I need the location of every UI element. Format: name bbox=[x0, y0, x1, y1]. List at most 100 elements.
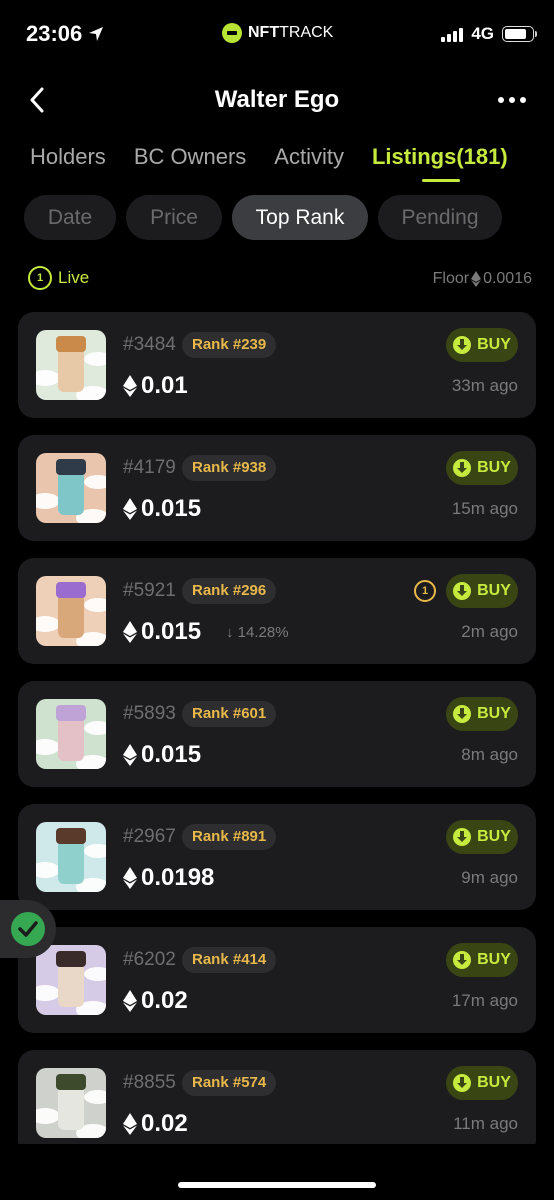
live-label: Live bbox=[58, 268, 90, 287]
sort-top-rank-button[interactable]: Top Rank bbox=[232, 195, 368, 240]
cellular-signal-icon bbox=[441, 26, 464, 42]
price-value: 0.0198 bbox=[141, 864, 215, 891]
buy-label: BUY bbox=[477, 828, 511, 845]
listing-time: 11m ago bbox=[453, 1114, 518, 1133]
buy-label: BUY bbox=[477, 1074, 511, 1091]
download-circle-icon bbox=[453, 1074, 472, 1092]
live-badge-icon: 1 bbox=[28, 266, 52, 290]
pending-count-icon: 1 bbox=[414, 580, 436, 602]
token-id: #8855 bbox=[123, 1072, 176, 1093]
ethereum-icon bbox=[123, 1113, 137, 1135]
nft-thumbnail[interactable] bbox=[36, 822, 106, 892]
sort-date-button[interactable]: Date bbox=[24, 195, 116, 240]
status-bar: 23:06 NFTTRACK 4G bbox=[0, 0, 554, 70]
buy-button[interactable]: BUY bbox=[446, 820, 518, 854]
rank-badge: Rank #601 bbox=[182, 701, 277, 727]
token-id: #5893 bbox=[123, 703, 176, 724]
buy-label: BUY bbox=[477, 336, 511, 353]
buy-button[interactable]: BUY bbox=[446, 1066, 518, 1100]
listing-price: 0.01 bbox=[123, 372, 188, 400]
live-row: 1 Live Floor 0.0016 bbox=[28, 266, 532, 296]
ethereum-icon bbox=[123, 498, 137, 520]
tab-listings[interactable]: Listings(181) bbox=[372, 140, 508, 184]
listing-card[interactable]: #4179 Rank #938 0.015 BUY 15m ago bbox=[18, 435, 536, 541]
logo-text-bold: NFT bbox=[248, 24, 280, 41]
price-change: ↓ 14.28% bbox=[226, 624, 289, 641]
floor-value: 0.0016 bbox=[483, 270, 532, 287]
download-circle-icon bbox=[453, 951, 472, 969]
more-options-button[interactable] bbox=[494, 88, 530, 112]
nft-track-logo-icon bbox=[222, 23, 242, 43]
nft-thumbnail[interactable] bbox=[36, 453, 106, 523]
tab-activity[interactable]: Activity bbox=[274, 140, 344, 184]
buy-button[interactable]: BUY bbox=[446, 328, 518, 362]
nft-track-logo: NFTTRACK bbox=[222, 23, 333, 43]
listing-price: 0.015 bbox=[123, 741, 201, 769]
header: Walter Ego bbox=[0, 78, 554, 122]
listing-card[interactable]: #5921 Rank #296 0.015 ↓ 14.28% 1 BUY 2m ago bbox=[18, 558, 536, 664]
download-circle-icon bbox=[453, 582, 472, 600]
listing-card[interactable]: #5893 Rank #601 0.015 BUY 8m ago bbox=[18, 681, 536, 787]
ethereum-icon bbox=[123, 621, 137, 643]
listing-time: 2m ago bbox=[461, 622, 518, 641]
battery-icon bbox=[502, 26, 537, 42]
buy-label: BUY bbox=[477, 951, 511, 968]
ethereum-icon bbox=[123, 375, 137, 397]
location-arrow-icon bbox=[89, 27, 104, 41]
ethereum-icon bbox=[123, 744, 137, 766]
more-dot bbox=[520, 97, 526, 103]
download-circle-icon bbox=[453, 336, 472, 354]
ethereum-icon bbox=[123, 867, 137, 889]
clock-text: 23:06 bbox=[26, 21, 83, 46]
buy-button[interactable]: BUY bbox=[446, 574, 518, 608]
listing-price: 0.015 bbox=[123, 618, 201, 646]
price-value: 0.015 bbox=[141, 741, 202, 768]
floating-status-button[interactable] bbox=[0, 900, 56, 958]
buy-button[interactable]: BUY bbox=[446, 451, 518, 485]
listing-price: 0.015 bbox=[123, 495, 201, 523]
token-id: #3484 bbox=[123, 334, 176, 355]
network-type: 4G bbox=[471, 24, 494, 43]
listing-card[interactable]: #3484 Rank #239 0.01 BUY 33m ago bbox=[18, 312, 536, 418]
home-indicator[interactable] bbox=[178, 1182, 376, 1188]
floor-label: Floor bbox=[432, 270, 470, 287]
nft-thumbnail[interactable] bbox=[36, 330, 106, 400]
listing-price: 0.02 bbox=[123, 987, 188, 1015]
buy-label: BUY bbox=[477, 705, 511, 722]
listing-card[interactable]: #8855 Rank #574 0.02 BUY 11m ago bbox=[18, 1050, 536, 1156]
token-id: #6202 bbox=[123, 949, 176, 970]
rank-badge: Rank #239 bbox=[182, 332, 277, 358]
more-dot bbox=[498, 97, 504, 103]
listing-time: 33m ago bbox=[451, 376, 518, 395]
tab-holders[interactable]: Holders bbox=[30, 140, 106, 184]
ethereum-icon bbox=[471, 271, 482, 287]
sort-pending-button[interactable]: Pending bbox=[378, 195, 502, 240]
page-title: Walter Ego bbox=[214, 86, 340, 113]
sort-price-button[interactable]: Price bbox=[126, 195, 222, 240]
download-circle-icon bbox=[453, 705, 472, 723]
listing-card[interactable]: #2967 Rank #891 0.0198 BUY 9m ago bbox=[18, 804, 536, 910]
token-id: #4179 bbox=[123, 457, 176, 478]
price-value: 0.02 bbox=[141, 1110, 188, 1137]
buy-label: BUY bbox=[477, 582, 511, 599]
nft-thumbnail[interactable] bbox=[36, 1068, 106, 1138]
rank-badge: Rank #891 bbox=[182, 824, 277, 850]
listing-time: 8m ago bbox=[461, 745, 518, 764]
listing-time: 9m ago bbox=[461, 868, 518, 887]
buy-button[interactable]: BUY bbox=[446, 943, 518, 977]
nft-thumbnail[interactable] bbox=[36, 576, 106, 646]
bottom-bar bbox=[0, 1144, 554, 1200]
price-value: 0.02 bbox=[141, 987, 188, 1014]
status-indicators: 4G bbox=[441, 24, 537, 44]
nft-thumbnail[interactable] bbox=[36, 699, 106, 769]
sort-options: Date Price Top Rank Pending bbox=[24, 195, 502, 240]
rank-badge: Rank #296 bbox=[182, 578, 277, 604]
buy-button[interactable]: BUY bbox=[446, 697, 518, 731]
download-circle-icon bbox=[453, 828, 472, 846]
listing-card[interactable]: #6202 Rank #414 0.02 BUY 17m ago bbox=[18, 927, 536, 1033]
tab-bc-owners[interactable]: BC Owners bbox=[134, 140, 246, 184]
price-value: 0.015 bbox=[141, 495, 202, 522]
more-dot bbox=[509, 97, 515, 103]
token-id: #2967 bbox=[123, 826, 176, 847]
nft-thumbnail[interactable] bbox=[36, 945, 106, 1015]
